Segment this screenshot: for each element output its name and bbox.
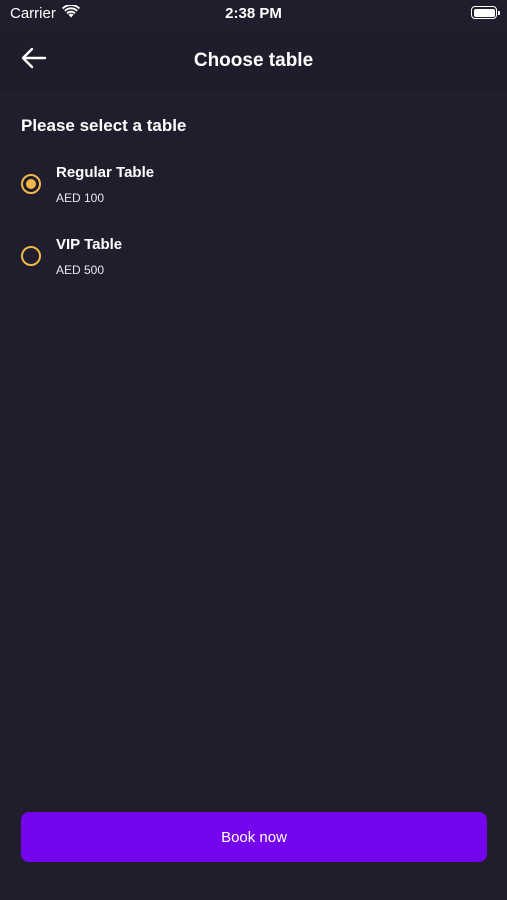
navigation-bar: Choose table — [0, 28, 507, 92]
radio-unselected[interactable] — [21, 246, 41, 266]
table-option-vip[interactable]: VIP Table AED 500 — [0, 236, 507, 292]
radio-dot — [26, 179, 36, 189]
nav-divider — [0, 92, 507, 96]
battery-icon — [471, 6, 500, 19]
choose-table-screen: Carrier 2:38 PM Choose table Please sele… — [0, 0, 507, 900]
option-price: AED 100 — [56, 191, 105, 205]
table-option-regular[interactable]: Regular Table AED 100 — [0, 164, 507, 220]
option-price: AED 500 — [56, 263, 105, 277]
book-now-button[interactable]: Book now — [21, 812, 487, 862]
page-title: Choose table — [193, 50, 314, 71]
section-title: Please select a table — [21, 116, 187, 135]
option-name: Regular Table — [56, 164, 155, 181]
radio-selected[interactable] — [21, 174, 41, 194]
status-bar: Carrier 2:38 PM — [0, 0, 507, 28]
option-name: VIP Table — [56, 236, 123, 253]
status-time: 2:38 PM — [225, 5, 282, 22]
